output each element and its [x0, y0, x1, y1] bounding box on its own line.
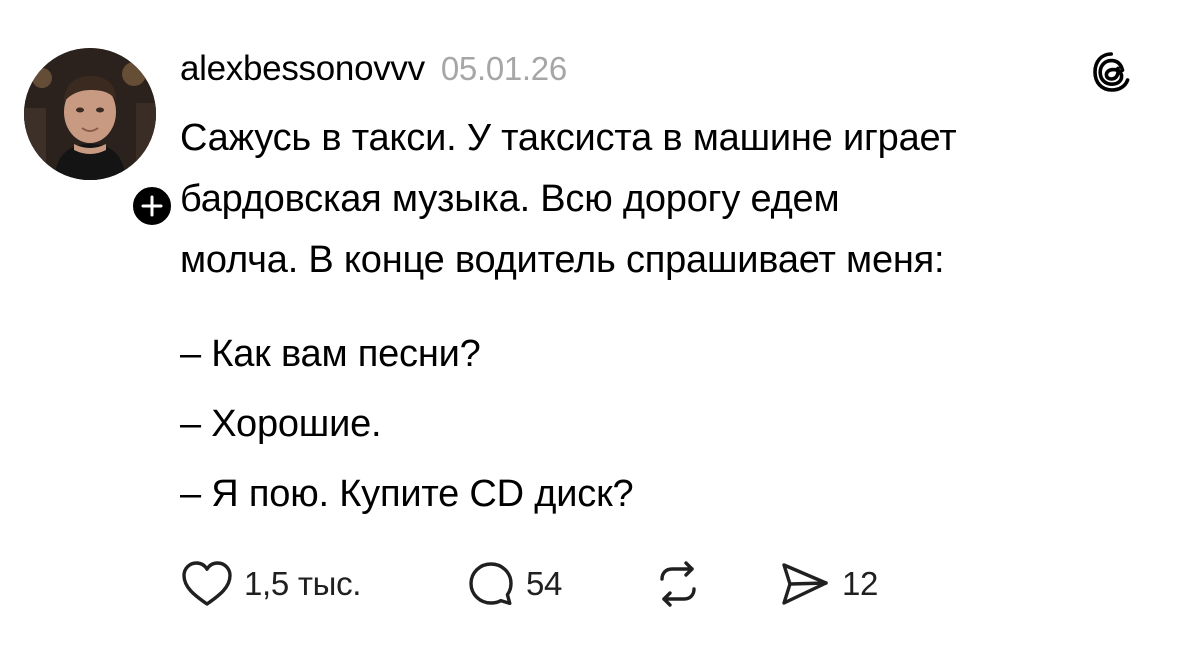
post-line: Сажусь в такси. У таксиста в машине игра…: [180, 117, 957, 159]
avatar[interactable]: [24, 48, 156, 180]
dialog-line: – Как вам песни?: [180, 333, 481, 375]
post-actions: 1,5 тыс. 54 12: [180, 556, 940, 612]
like-count: 1,5 тыс.: [244, 565, 362, 602]
avatar-photo: [24, 48, 156, 180]
repost-button[interactable]: [650, 556, 706, 612]
dialog-line: – Хорошие.: [180, 403, 382, 445]
post-paragraph: Сажусь в такси. У таксиста в машине игра…: [180, 108, 1170, 291]
like-button[interactable]: 1,5 тыс.: [180, 556, 361, 612]
share-count: 12: [842, 565, 879, 602]
post-line: молча. В конце водитель спрашивает меня:: [180, 239, 945, 281]
share-button[interactable]: 12: [778, 556, 878, 612]
post-date: 05.01.26: [440, 50, 567, 87]
comment-button[interactable]: 54: [466, 556, 562, 612]
thread-post: alexbessonovvv 05.01.26 Сажусь в такси. …: [0, 0, 1179, 649]
avatar-container: [24, 48, 176, 230]
send-icon: [782, 563, 828, 605]
dialog-line: – Я пою. Купите CD диск?: [180, 473, 634, 515]
post-line: бардовская музыка. Всю дорогу едем: [180, 178, 840, 220]
username[interactable]: alexbessonovvv: [180, 49, 425, 89]
comment-count: 54: [526, 565, 563, 602]
follow-button[interactable]: [128, 182, 176, 230]
heart-icon: [182, 561, 232, 606]
plus-icon: [141, 195, 163, 217]
post-body: Сажусь в такси. У таксиста в машине игра…: [180, 108, 1170, 529]
comment-bubble-icon: [469, 562, 513, 606]
repost-icon: [660, 561, 696, 607]
post-header: alexbessonovvv 05.01.26: [180, 44, 567, 94]
threads-logo-icon[interactable]: [1092, 50, 1132, 94]
